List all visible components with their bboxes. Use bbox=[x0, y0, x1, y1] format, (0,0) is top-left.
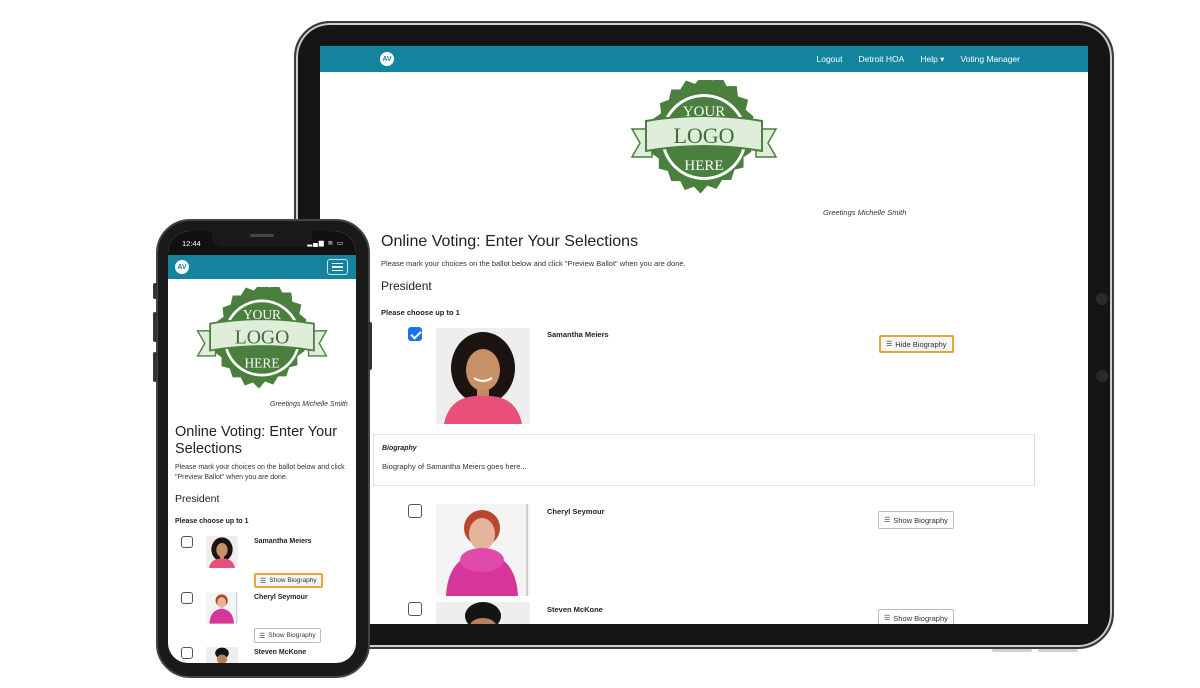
show-biography-button[interactable]: ☰ Show Biography bbox=[254, 573, 323, 588]
candidate-checkbox-samantha[interactable] bbox=[408, 327, 422, 341]
candidate-checkbox-samantha[interactable] bbox=[181, 536, 193, 548]
candidate-photo-cheryl bbox=[436, 504, 530, 596]
candidate-name-samantha: Samantha Meiers bbox=[254, 538, 312, 545]
status-time: 12:44 bbox=[182, 239, 201, 248]
hide-biography-button[interactable]: ☰ Hide Biography bbox=[879, 335, 954, 353]
candidate-name-samantha: Samantha Meiers bbox=[547, 330, 609, 339]
page-title: Online Voting: Enter Your Selections bbox=[175, 424, 338, 457]
mobile-navbar: AV bbox=[168, 255, 356, 279]
logo-text-your: YOUR bbox=[243, 307, 281, 322]
bio-button-label: Show Biography bbox=[893, 515, 948, 525]
nav-help-dropdown[interactable]: Help ▾ bbox=[920, 54, 944, 65]
candidate-checkbox-cheryl[interactable] bbox=[408, 504, 422, 518]
tablet-side-button bbox=[1096, 370, 1108, 382]
logo-text-here: HERE bbox=[684, 158, 723, 174]
list-icon: ☰ bbox=[259, 632, 266, 640]
choose-limit-text: Please choose up to 1 bbox=[175, 518, 249, 525]
biography-text: Biography of Samantha Meiers goes here..… bbox=[382, 462, 527, 471]
list-icon: ☰ bbox=[884, 615, 891, 622]
bio-button-label: Hide Biography bbox=[895, 339, 947, 349]
candidate-photo-samantha bbox=[436, 328, 530, 424]
bio-button-label: Show Biography bbox=[269, 577, 317, 584]
choose-limit-text: Please choose up to 1 bbox=[381, 308, 460, 317]
bio-button-label: Show Biography bbox=[893, 613, 948, 623]
logo-text-logo: LOGO bbox=[235, 326, 290, 348]
brand-icon[interactable]: AV bbox=[175, 260, 189, 274]
top-navbar: AV Logout Detroit HOA Help ▾ Voting Mana… bbox=[320, 46, 1088, 72]
hamburger-icon[interactable] bbox=[327, 259, 348, 275]
greeting-text: Greetings Michelle Smith bbox=[270, 401, 348, 408]
nav-logout[interactable]: Logout bbox=[817, 54, 843, 64]
organization-logo: YOUR LOGO HERE bbox=[628, 73, 780, 194]
logo-text-your: YOUR bbox=[683, 104, 726, 120]
phone-volume-down bbox=[153, 352, 157, 382]
candidate-checkbox-steven[interactable] bbox=[408, 602, 422, 616]
candidate-name-steven: Steven McKone bbox=[254, 649, 307, 656]
show-biography-button[interactable]: ☰ Show Biography bbox=[878, 609, 954, 624]
greeting-text: Greetings Michelle Smith bbox=[823, 208, 907, 217]
instructions-text: Please mark your choices on the ballot b… bbox=[381, 259, 686, 268]
list-icon: ☰ bbox=[260, 577, 267, 585]
candidate-name-cheryl: Cheryl Seymour bbox=[547, 507, 605, 516]
phone-mute-switch bbox=[153, 283, 157, 299]
status-icons: ▂▄▆ ≋ ▭ bbox=[307, 240, 344, 247]
instructions-text: Please mark your choices on the ballot b… bbox=[175, 464, 345, 481]
brand-icon[interactable]: AV bbox=[380, 52, 394, 66]
list-icon: ☰ bbox=[884, 517, 891, 524]
nav-links: Logout Detroit HOA Help ▾ Voting Manager bbox=[817, 46, 1021, 72]
candidate-name-cheryl: Cheryl Seymour bbox=[254, 594, 308, 601]
phone-volume-up bbox=[153, 312, 157, 342]
ballot-section-title: President bbox=[175, 493, 220, 505]
ballot-section-title: President bbox=[381, 279, 432, 293]
candidate-photo-samantha bbox=[206, 536, 238, 568]
phone-screen: 12:44 ▂▄▆ ≋ ▭ AV YOUR LOGO HERE Greeting… bbox=[168, 231, 356, 663]
candidate-photo-cheryl bbox=[206, 592, 238, 624]
tablet-screen: AV Logout Detroit HOA Help ▾ Voting Mana… bbox=[320, 46, 1088, 624]
candidate-checkbox-cheryl[interactable] bbox=[181, 592, 193, 604]
candidate-photo-steven bbox=[206, 647, 238, 663]
page-title: Online Voting: Enter Your Selections bbox=[381, 233, 639, 250]
nav-voting-manager[interactable]: Voting Manager bbox=[960, 54, 1020, 64]
candidate-checkbox-steven[interactable] bbox=[181, 647, 193, 659]
tablet-camera bbox=[1096, 293, 1108, 305]
biography-panel: Biography Biography of Samantha Meiers g… bbox=[373, 434, 1035, 486]
list-icon: ☰ bbox=[886, 341, 893, 348]
candidate-photo-steven bbox=[436, 602, 530, 624]
show-biography-button[interactable]: ☰ Show Biography bbox=[878, 511, 954, 529]
tablet-volume-button bbox=[1038, 649, 1078, 652]
show-biography-button[interactable]: ☰ Show Biography bbox=[254, 628, 321, 643]
phone-notch bbox=[212, 231, 312, 247]
organization-logo: YOUR LOGO HERE bbox=[194, 281, 330, 389]
nav-organization[interactable]: Detroit HOA bbox=[859, 54, 905, 64]
bio-button-label: Show Biography bbox=[268, 632, 316, 639]
candidate-name-steven: Steven McKone bbox=[547, 605, 603, 614]
phone-power-button bbox=[368, 322, 372, 370]
tablet-volume-button bbox=[992, 649, 1032, 652]
logo-text-logo: LOGO bbox=[673, 123, 734, 148]
logo-text-here: HERE bbox=[244, 356, 279, 371]
biography-heading: Biography bbox=[382, 445, 417, 452]
